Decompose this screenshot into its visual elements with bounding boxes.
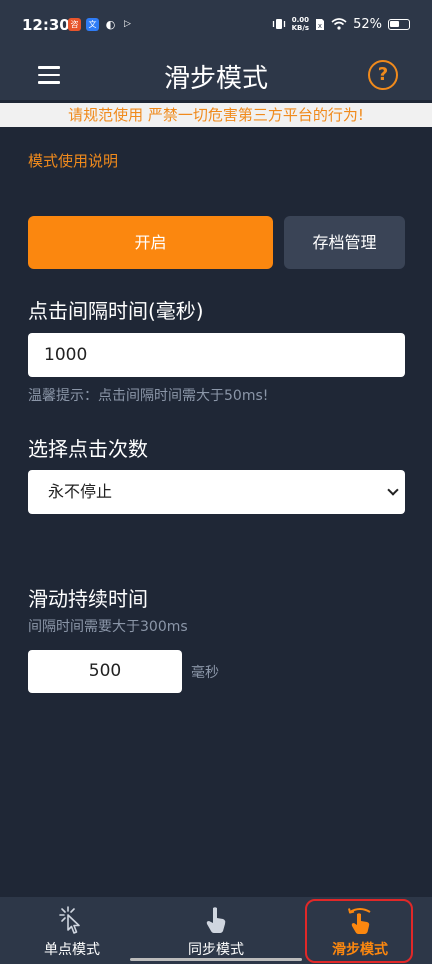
click-interval-label: 点击间隔时间(毫秒) [28,299,204,323]
app-notification-icon-2: 文 [86,18,99,31]
warning-banner: 请规范使用 严禁一切危害第三方平台的行为! [0,103,432,127]
svg-text:x: x [318,22,322,30]
slide-duration-unit: 毫秒 [191,665,219,681]
mode-instructions-link[interactable]: 模式使用说明 [28,150,118,171]
tap-sparkle-icon [59,906,80,934]
sim-icon: x [316,18,325,30]
click-count-label: 选择点击次数 [28,437,148,461]
help-icon[interactable]: ? [368,60,398,90]
hand-pointer-icon [206,907,226,933]
battery-percent: 52% [353,16,382,32]
nav-label-sync: 同步模式 [188,942,244,958]
app-bar: 滑步模式 ? [0,52,432,100]
app-notification-icon-4: ▷ [124,19,131,29]
app-notification-icon-3: ◐ [105,18,116,31]
app-notification-icon-1: 咨 [68,18,81,31]
archive-management-button[interactable]: 存档管理 [284,216,405,269]
click-count-selected-value: 永不停止 [48,482,113,501]
active-tab-highlight [305,899,413,963]
status-time: 12:30 [22,16,70,34]
battery-icon [388,18,410,30]
home-indicator [130,958,302,961]
nav-label-single-point: 单点模式 [44,942,100,958]
status-bar: 12:30 咨 文 ◐ ▷ 0.00 KB/s x 52% [0,0,432,52]
slide-duration-label: 滑动持续时间 [28,587,148,611]
nav-item-sync[interactable]: 同步模式 [144,897,288,964]
click-count-select[interactable]: 永不停止 [28,470,405,514]
chevron-down-icon [387,484,399,496]
click-interval-hint: 温馨提示：点击间隔时间需大于50ms! [28,388,269,404]
vibrate-icon [272,19,285,29]
wifi-icon [331,18,347,30]
click-interval-input[interactable]: 1000 [28,333,405,377]
network-speed: 0.00 KB/s [291,16,310,32]
slide-duration-input[interactable]: 500 [28,650,182,693]
slide-duration-hint: 间隔时间需要大于300ms [28,619,188,635]
start-button[interactable]: 开启 [28,216,273,269]
nav-item-single-point[interactable]: 单点模式 [0,897,144,964]
